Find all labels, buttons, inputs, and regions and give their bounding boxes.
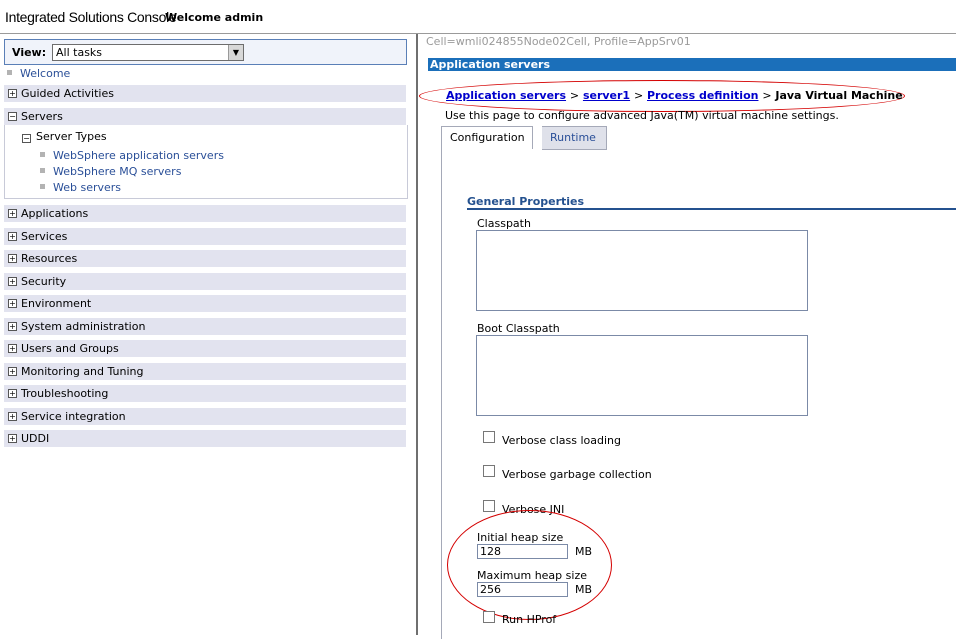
view-filter: View: All tasks ▼ bbox=[4, 39, 407, 65]
expand-icon[interactable]: + bbox=[8, 299, 17, 308]
initial-heap-label: Initial heap size bbox=[477, 531, 564, 544]
initial-heap-input[interactable]: 128 bbox=[477, 544, 568, 559]
expand-icon[interactable]: + bbox=[8, 232, 17, 241]
navigation-pane: View: All tasks ▼ Welcome + Guided Activ… bbox=[0, 34, 416, 635]
nav-welcome-label: Welcome bbox=[20, 67, 71, 80]
servers-subtree: − Server Types WebSphere application serv… bbox=[4, 125, 408, 199]
expand-icon[interactable]: + bbox=[8, 434, 17, 443]
expand-icon[interactable]: + bbox=[8, 277, 17, 286]
nav-category-monitoring-and-tuning[interactable]: + Monitoring and Tuning bbox=[4, 363, 406, 381]
nav-welcome-link[interactable]: Welcome bbox=[7, 67, 70, 80]
expand-icon[interactable]: + bbox=[8, 412, 17, 421]
nav-category-service-integration[interactable]: + Service integration bbox=[4, 408, 406, 426]
breadcrumb-current: Java Virtual Machine bbox=[775, 89, 903, 102]
expand-icon[interactable]: + bbox=[8, 389, 17, 398]
general-properties-rule bbox=[467, 208, 956, 210]
nav-category-label: Guided Activities bbox=[21, 87, 114, 100]
verbose-class-loading-checkbox[interactable] bbox=[483, 431, 495, 443]
verbose-jni-checkbox[interactable] bbox=[483, 500, 495, 512]
breadcrumb-link-server1[interactable]: server1 bbox=[583, 89, 630, 102]
nav-category-label: Applications bbox=[21, 207, 89, 220]
server-types-node[interactable]: − Server Types bbox=[22, 130, 107, 143]
verbose-garbage-collection-label: Verbose garbage collection bbox=[502, 468, 652, 481]
breadcrumb: Application servers > server1 > Process … bbox=[446, 89, 903, 102]
expand-icon[interactable]: + bbox=[8, 344, 17, 353]
collapse-icon[interactable]: − bbox=[8, 112, 17, 121]
nav-category-label: Monitoring and Tuning bbox=[21, 365, 144, 378]
link-web-servers[interactable]: Web servers bbox=[40, 181, 121, 194]
expand-icon[interactable]: + bbox=[8, 89, 17, 98]
nav-category-label: Resources bbox=[21, 252, 78, 265]
breadcrumb-separator: > bbox=[633, 89, 644, 102]
max-heap-unit: MB bbox=[575, 583, 593, 596]
app-title: Integrated Solutions Console bbox=[5, 9, 177, 25]
nav-category-guided-activities[interactable]: + Guided Activities bbox=[4, 85, 406, 103]
nav-category-label: Users and Groups bbox=[21, 342, 119, 355]
tab-runtime[interactable]: Runtime bbox=[542, 126, 607, 150]
nav-category-applications[interactable]: + Applications bbox=[4, 205, 406, 223]
nav-category-label: Servers bbox=[21, 110, 63, 123]
nav-category-label: Security bbox=[21, 275, 67, 288]
bullet-icon bbox=[40, 168, 45, 173]
chevron-down-icon[interactable]: ▼ bbox=[228, 45, 243, 60]
boot-classpath-field[interactable] bbox=[476, 335, 808, 416]
bullet-icon bbox=[40, 184, 45, 189]
nav-category-label: System administration bbox=[21, 320, 146, 333]
link-websphere-mq-servers[interactable]: WebSphere MQ servers bbox=[40, 165, 181, 178]
breadcrumb-link-application-servers[interactable]: Application servers bbox=[446, 89, 566, 102]
breadcrumb-separator: > bbox=[762, 89, 772, 102]
breadcrumb-separator: > bbox=[569, 89, 580, 102]
section-title-bar: Application servers bbox=[428, 58, 956, 71]
bullet-icon bbox=[40, 152, 45, 157]
classpath-field[interactable] bbox=[476, 230, 808, 311]
top-banner: Integrated Solutions Console Welcome adm… bbox=[0, 0, 956, 34]
link-websphere-application-servers[interactable]: WebSphere application servers bbox=[40, 149, 224, 162]
verbose-class-loading-label: Verbose class loading bbox=[502, 434, 621, 447]
nav-category-label: Troubleshooting bbox=[21, 387, 109, 400]
tab-configuration[interactable]: Configuration bbox=[441, 126, 533, 149]
view-select[interactable]: All tasks ▼ bbox=[52, 44, 244, 61]
content-pane: Cell=wmli024855Node02Cell, Profile=AppSr… bbox=[418, 34, 956, 639]
link-label: WebSphere MQ servers bbox=[53, 165, 182, 178]
general-properties-heading: General Properties bbox=[467, 195, 585, 208]
nav-category-resources[interactable]: + Resources bbox=[4, 250, 406, 268]
nav-category-troubleshooting[interactable]: + Troubleshooting bbox=[4, 385, 406, 403]
nav-category-label: Services bbox=[21, 230, 68, 243]
link-label: Web servers bbox=[53, 181, 122, 194]
annotation-ellipse-heap bbox=[447, 510, 612, 620]
view-label: View: bbox=[12, 46, 47, 59]
expand-icon[interactable]: + bbox=[8, 367, 17, 376]
view-select-value: All tasks bbox=[56, 46, 103, 59]
nav-category-uddi[interactable]: + UDDI bbox=[4, 430, 406, 448]
nav-category-servers[interactable]: − Servers bbox=[4, 108, 406, 126]
expand-icon[interactable]: + bbox=[8, 254, 17, 263]
initial-heap-unit: MB bbox=[575, 545, 593, 558]
boot-classpath-label: Boot Classpath bbox=[477, 322, 560, 335]
nav-category-label: UDDI bbox=[21, 432, 50, 445]
expand-icon[interactable]: + bbox=[8, 209, 17, 218]
server-types-label: Server Types bbox=[36, 130, 107, 143]
page-description: Use this page to configure advanced Java… bbox=[445, 109, 839, 122]
nav-category-security[interactable]: + Security bbox=[4, 273, 406, 291]
nav-category-environment[interactable]: + Environment bbox=[4, 295, 406, 313]
nav-category-users-and-groups[interactable]: + Users and Groups bbox=[4, 340, 406, 358]
expand-icon[interactable]: + bbox=[8, 322, 17, 331]
verbose-garbage-collection-checkbox[interactable] bbox=[483, 465, 495, 477]
nav-category-services[interactable]: + Services bbox=[4, 228, 406, 246]
nav-category-system-administration[interactable]: + System administration bbox=[4, 318, 406, 336]
collapse-icon[interactable]: − bbox=[22, 134, 31, 143]
nav-category-label: Environment bbox=[21, 297, 92, 310]
link-label: WebSphere application servers bbox=[53, 149, 224, 162]
breadcrumb-link-process-definition[interactable]: Process definition bbox=[647, 89, 758, 102]
run-hprof-label: Run HProf bbox=[502, 613, 557, 626]
nav-category-label: Service integration bbox=[21, 410, 126, 423]
max-heap-label: Maximum heap size bbox=[477, 569, 587, 582]
run-hprof-checkbox[interactable] bbox=[483, 611, 495, 623]
bullet-icon bbox=[7, 70, 12, 75]
cell-profile-info: Cell=wmli024855Node02Cell, Profile=AppSr… bbox=[426, 35, 691, 48]
welcome-user: Welcome admin bbox=[165, 11, 264, 24]
classpath-label: Classpath bbox=[477, 217, 531, 230]
max-heap-input[interactable]: 256 bbox=[477, 582, 568, 597]
